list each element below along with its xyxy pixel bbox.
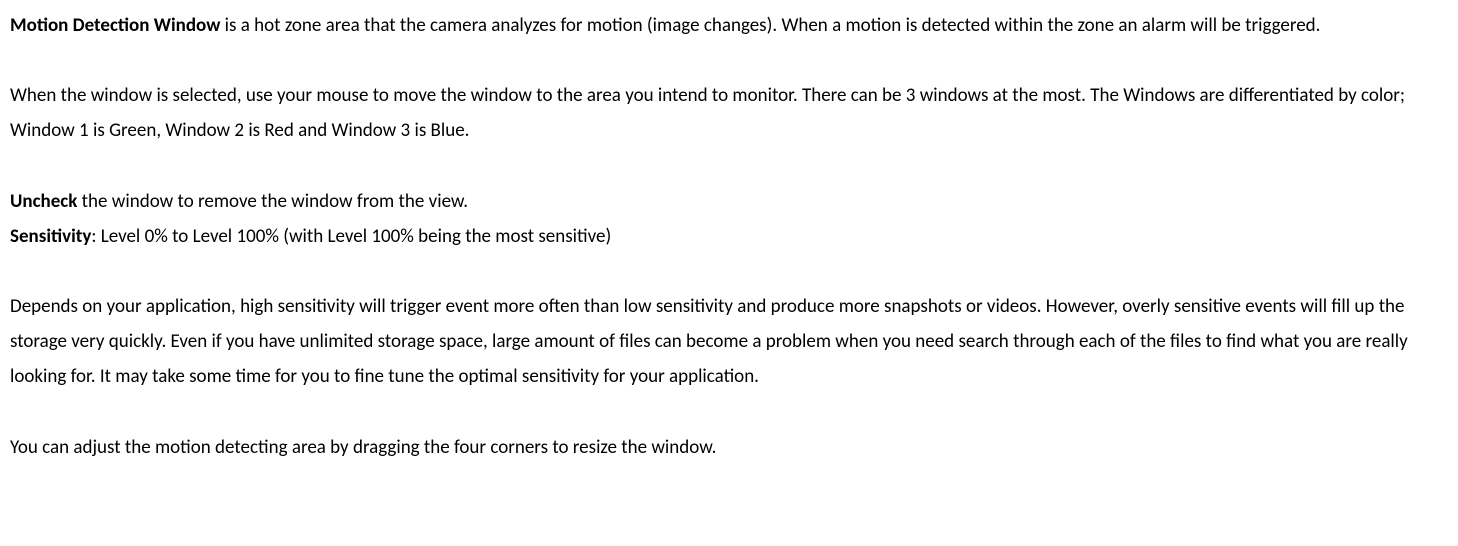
line-uncheck: Uncheck the window to remove the window … <box>10 184 1448 219</box>
paragraph-window-selection: When the window is selected, use your mo… <box>10 78 1448 148</box>
text-body: You can adjust the motion detecting area… <box>10 436 716 459</box>
paragraph-adjust-area: You can adjust the motion detecting area… <box>10 430 1448 465</box>
text-body: When the window is selected, use your mo… <box>10 84 1405 142</box>
term-sensitivity: Sensitivity <box>10 225 91 248</box>
text-body: Depends on your application, high sensit… <box>10 295 1408 388</box>
term-uncheck: Uncheck <box>10 190 77 213</box>
paragraph-sensitivity-explanation: Depends on your application, high sensit… <box>10 289 1448 394</box>
line-sensitivity: Sensitivity: Level 0% to Level 100% (wit… <box>10 219 1448 254</box>
text-body: the window to remove the window from the… <box>77 190 468 213</box>
paragraph-uncheck-sensitivity: Uncheck the window to remove the window … <box>10 184 1448 254</box>
text-body: : Level 0% to Level 100% (with Level 100… <box>91 225 611 248</box>
term-motion-detection-window: Motion Detection Window <box>10 14 220 37</box>
text-body: is a hot zone area that the camera analy… <box>220 14 1320 37</box>
paragraph-motion-detection: Motion Detection Window is a hot zone ar… <box>10 8 1448 43</box>
